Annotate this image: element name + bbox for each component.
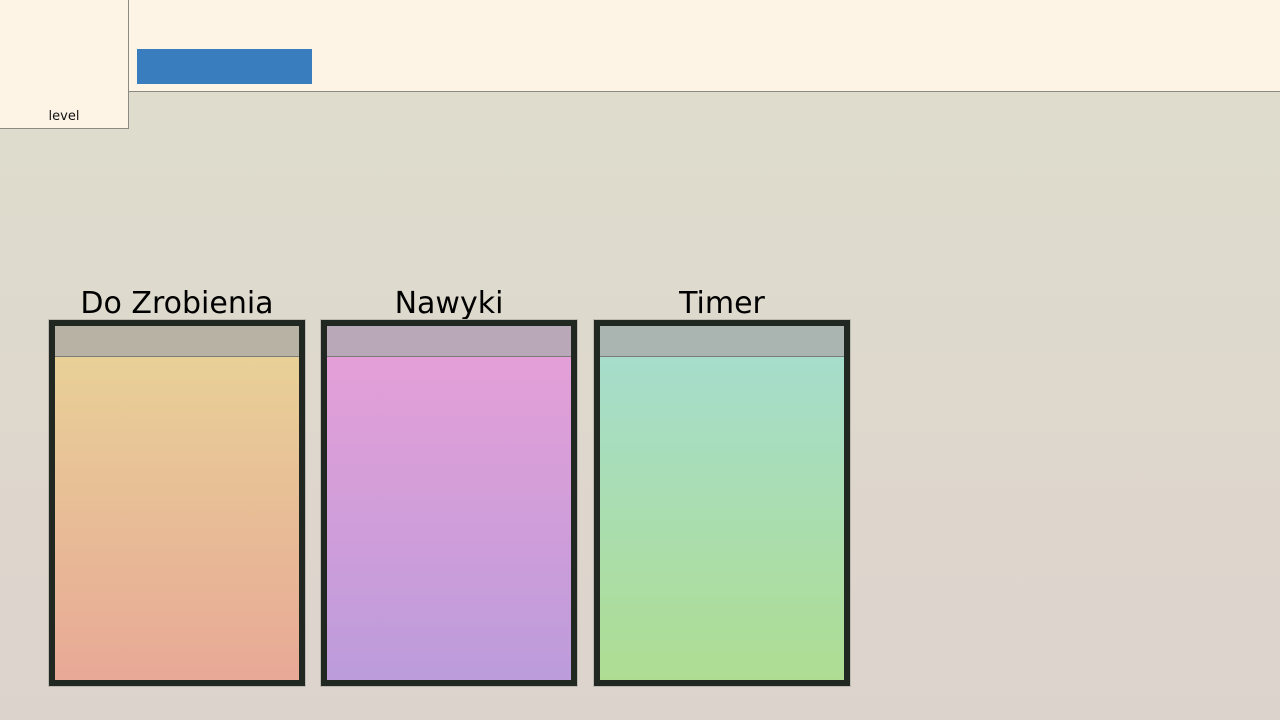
panel-header[interactable] bbox=[55, 326, 299, 357]
column-title: Nawyki bbox=[394, 286, 504, 321]
column-title: Timer bbox=[679, 286, 765, 321]
panel-body[interactable] bbox=[600, 357, 844, 680]
level-box[interactable]: level bbox=[0, 0, 129, 129]
column-nawyki: Nawyki bbox=[321, 282, 577, 686]
column-do-zrobienia: Do Zrobienia bbox=[49, 282, 305, 686]
timer-panel[interactable] bbox=[594, 320, 850, 686]
panel-header[interactable] bbox=[600, 326, 844, 357]
xp-progress-bar bbox=[137, 49, 312, 84]
panel-header[interactable] bbox=[327, 326, 571, 357]
top-bar bbox=[0, 0, 1280, 92]
habits-panel[interactable] bbox=[321, 320, 577, 686]
panel-body[interactable] bbox=[327, 357, 571, 680]
task-panel[interactable] bbox=[49, 320, 305, 686]
column-timer: Timer bbox=[594, 282, 850, 686]
panel-body[interactable] bbox=[55, 357, 299, 680]
level-label: level bbox=[48, 109, 80, 124]
column-title: Do Zrobienia bbox=[80, 286, 274, 321]
